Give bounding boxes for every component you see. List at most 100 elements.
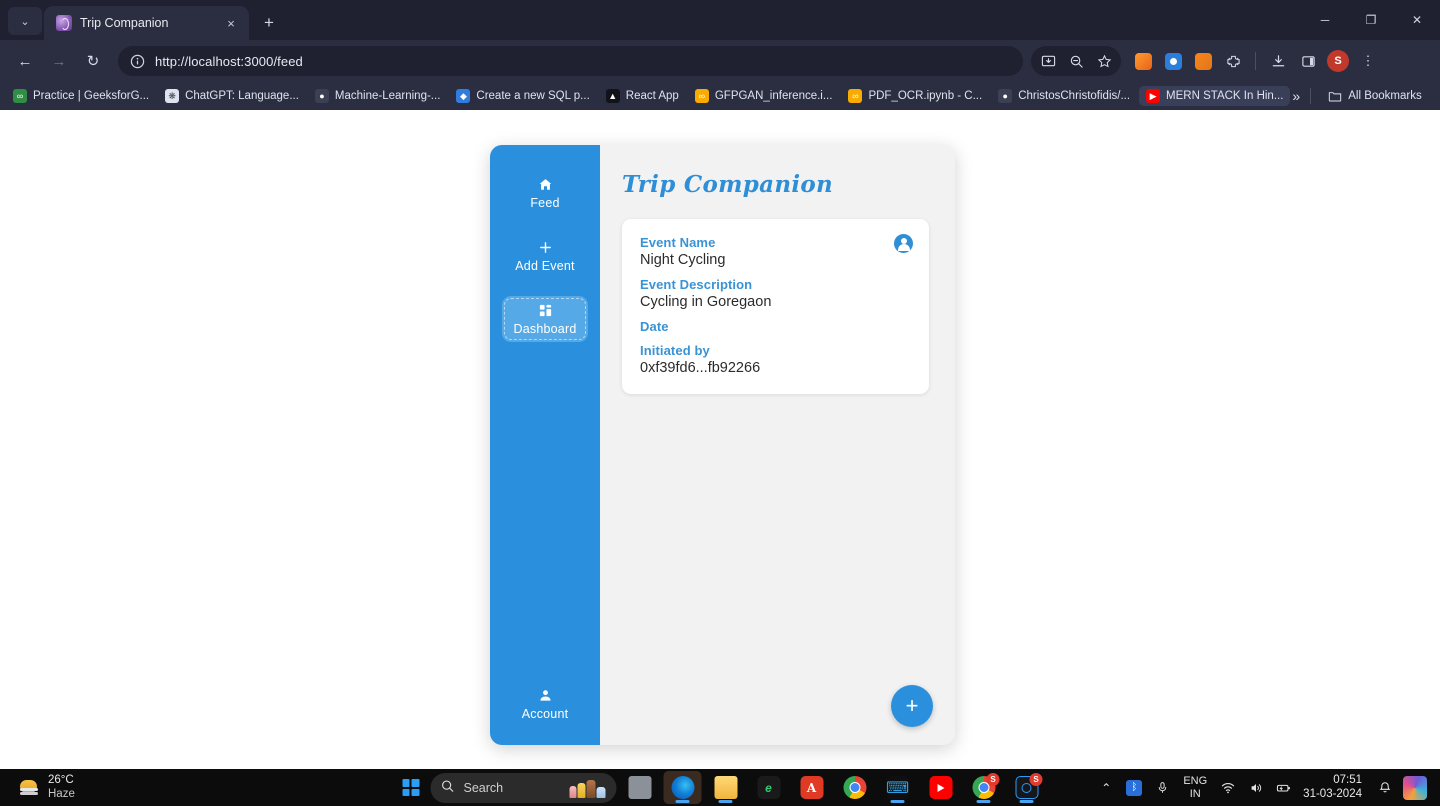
app-content: Trip Companion Event Name Night Cycling Ev… bbox=[600, 145, 955, 745]
install-app-icon[interactable] bbox=[1034, 47, 1062, 75]
trip-companion-app: Feed Add Event Dashboard Account Trip Comp… bbox=[490, 145, 955, 745]
search-icon bbox=[441, 779, 455, 796]
colab-icon: ∞ bbox=[694, 89, 709, 103]
colorful-app-icon[interactable] bbox=[1400, 773, 1430, 803]
chrome-window-icon[interactable]: S bbox=[965, 771, 1003, 804]
easter-illustration-icon bbox=[569, 778, 610, 798]
weather-condition: Haze bbox=[48, 787, 75, 800]
taskbar-clock[interactable]: 07:51 31-03-2024 bbox=[1299, 774, 1370, 802]
taskbar-center: Search e A ⌨ S S bbox=[394, 771, 1047, 804]
bookmark-item[interactable]: ∞ GFPGAN_inference.i... bbox=[688, 86, 840, 106]
edge-icon[interactable] bbox=[663, 771, 702, 804]
info-circle-icon[interactable] bbox=[130, 54, 145, 69]
minimize-button[interactable]: ─ bbox=[1302, 0, 1348, 40]
profile-avatar[interactable]: S bbox=[1324, 47, 1352, 75]
bookmark-item[interactable]: ▲ React App bbox=[599, 86, 686, 106]
start-button[interactable] bbox=[394, 772, 428, 804]
metamask-extension-icon[interactable] bbox=[1189, 47, 1217, 75]
youtube-icon-glyph bbox=[929, 776, 952, 799]
extensions-puzzle-icon[interactable] bbox=[1219, 47, 1247, 75]
close-icon[interactable]: × bbox=[221, 13, 241, 33]
bookmark-item[interactable]: ❋ ChatGPT: Language... bbox=[158, 86, 306, 106]
address-bar[interactable]: http://localhost:3000/feed bbox=[118, 46, 1023, 76]
bookmark-label: React App bbox=[625, 90, 679, 102]
wifi-icon[interactable] bbox=[1215, 773, 1241, 803]
microphone-icon[interactable] bbox=[1149, 773, 1175, 803]
github-icon: ● bbox=[314, 89, 329, 103]
bookmark-star-icon[interactable] bbox=[1090, 47, 1118, 75]
add-fab-icon[interactable]: + bbox=[891, 685, 933, 727]
edge-icon-glyph bbox=[671, 776, 694, 799]
evernote-2022-icon[interactable]: e bbox=[750, 771, 788, 804]
profile-initial: S bbox=[1327, 50, 1349, 72]
bookmark-label: Create a new SQL p... bbox=[476, 90, 590, 102]
event-card[interactable]: Event Name Night Cycling Event Description… bbox=[622, 219, 929, 394]
account-circle-icon[interactable] bbox=[894, 234, 913, 253]
chrome-menu-icon[interactable]: ⋮ bbox=[1354, 47, 1382, 75]
weather-widget[interactable]: 26°C Haze bbox=[0, 774, 75, 802]
bookmark-label: PDF_OCR.ipynb - C... bbox=[868, 90, 983, 102]
adobe-acrobat-icon[interactable]: A bbox=[793, 771, 831, 804]
sidebar-item-dashboard[interactable]: Dashboard bbox=[502, 296, 588, 342]
bookmark-item[interactable]: ∞ PDF_OCR.ipynb - C... bbox=[841, 86, 989, 106]
sidebar-item-account[interactable]: Account bbox=[502, 681, 588, 727]
toolbar-icons: S ⋮ bbox=[1031, 46, 1382, 76]
screen-recorder-extension-icon[interactable] bbox=[1159, 47, 1187, 75]
sidebar-item-label: Dashboard bbox=[513, 322, 577, 336]
downloads-icon[interactable] bbox=[1264, 47, 1292, 75]
bookmark-label: ChristosChristofidis/... bbox=[1018, 90, 1131, 102]
bookmark-item[interactable]: ◆ Create a new SQL p... bbox=[449, 86, 596, 106]
forward-button[interactable]: → bbox=[44, 46, 74, 76]
sidebar-item-label: Feed bbox=[530, 196, 560, 210]
language-indicator[interactable]: ENG IN bbox=[1177, 775, 1213, 800]
reload-button[interactable]: ↻ bbox=[78, 46, 108, 76]
vs-code-icon-glyph: ⌨ bbox=[886, 776, 909, 799]
volume-icon[interactable] bbox=[1243, 773, 1269, 803]
notification-bell-icon[interactable] bbox=[1372, 773, 1398, 803]
bluetooth-icon[interactable]: ᛒ bbox=[1121, 773, 1147, 803]
bookmarks-overflow-button[interactable]: » bbox=[1292, 88, 1300, 104]
task-view-icon[interactable] bbox=[621, 771, 659, 804]
honey-extension-icon[interactable] bbox=[1129, 47, 1157, 75]
new-tab-button[interactable]: + bbox=[255, 8, 283, 36]
bookmarks-bar: ∞ Practice | GeeksforG... ❋ ChatGPT: Langua… bbox=[0, 82, 1440, 110]
browser-tab[interactable]: Trip Companion × bbox=[44, 6, 249, 40]
screen-recorder-icon[interactable]: S bbox=[1008, 771, 1046, 804]
plus-icon bbox=[538, 240, 553, 255]
windows-logo-icon bbox=[402, 779, 419, 796]
event-field-value: Night Cycling bbox=[640, 252, 726, 268]
haze-sun-icon bbox=[18, 778, 40, 798]
battery-icon[interactable] bbox=[1271, 773, 1297, 803]
adobe-acrobat-icon-glyph: A bbox=[800, 776, 823, 799]
file-explorer-icon[interactable] bbox=[707, 771, 745, 804]
windows-taskbar: 26°C Haze Search e A ⌨ S S ⌃ ᛒ ENG IN 07… bbox=[0, 769, 1440, 806]
bookmark-label: ChatGPT: Language... bbox=[185, 90, 299, 102]
zoom-out-icon[interactable] bbox=[1062, 47, 1090, 75]
sidebar-item-add-event[interactable]: Add Event bbox=[502, 233, 588, 279]
bookmark-item[interactable]: ● ChristosChristofidis/... bbox=[991, 86, 1137, 106]
sidebar-item-feed[interactable]: Feed bbox=[502, 170, 588, 216]
chatgpt-icon: ❋ bbox=[165, 89, 180, 103]
all-bookmarks-label: All Bookmarks bbox=[1348, 90, 1422, 102]
evernote-2022-icon-glyph: e bbox=[757, 776, 780, 799]
tray-chevron-icon[interactable]: ⌃ bbox=[1093, 773, 1119, 803]
maximize-button[interactable]: ❐ bbox=[1348, 0, 1394, 40]
browser-toolbar: ← → ↻ http://localhost:3000/feed S ⋮ bbox=[0, 40, 1440, 82]
sidebar-item-account-label: Account bbox=[521, 707, 569, 721]
youtube-icon[interactable] bbox=[922, 771, 960, 804]
taskbar-search[interactable]: Search bbox=[430, 772, 617, 803]
chrome-icon[interactable] bbox=[836, 771, 874, 804]
bookmark-item[interactable]: ▶ MERN STACK In Hin... bbox=[1139, 86, 1291, 106]
weather-temperature: 26°C bbox=[48, 773, 74, 786]
tab-search-button[interactable]: ⌄ bbox=[8, 7, 42, 35]
all-bookmarks-button[interactable]: All Bookmarks bbox=[1321, 86, 1429, 106]
bookmark-item[interactable]: ∞ Practice | GeeksforG... bbox=[6, 86, 156, 106]
side-panel-icon[interactable] bbox=[1294, 47, 1322, 75]
vs-code-icon[interactable]: ⌨ bbox=[879, 771, 917, 804]
page-viewport: Feed Add Event Dashboard Account Trip Comp… bbox=[0, 110, 1440, 769]
language-code: ENG bbox=[1183, 774, 1208, 787]
back-button[interactable]: ← bbox=[10, 46, 40, 76]
clock-time: 07:51 bbox=[1333, 773, 1362, 786]
bookmark-item[interactable]: ● Machine-Learning-... bbox=[308, 86, 447, 106]
close-window-button[interactable]: ✕ bbox=[1394, 0, 1440, 40]
